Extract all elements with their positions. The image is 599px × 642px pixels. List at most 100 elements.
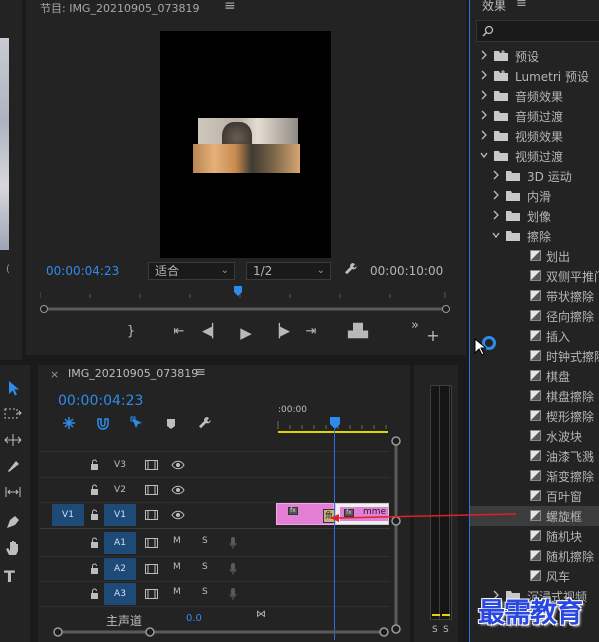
sync-lock-icon[interactable] [145, 510, 158, 520]
step-back-icon[interactable]: ◀▏ [202, 324, 222, 339]
effects-item[interactable]: 双侧平推门 [470, 266, 599, 286]
work-area-bar[interactable] [278, 431, 388, 433]
effects-item[interactable]: 百叶窗 [470, 486, 599, 506]
track-name-v2[interactable]: V2 [104, 479, 136, 501]
lock-icon[interactable] [90, 588, 99, 599]
microphone-icon[interactable] [229, 587, 237, 601]
program-menu-icon[interactable]: ≡ [224, 0, 236, 14]
mute-button[interactable]: M [173, 562, 181, 572]
solo-button[interactable]: S [202, 587, 208, 597]
solo-button[interactable]: S [202, 536, 208, 546]
resolution-select[interactable]: 1/2 ⌄ [246, 262, 331, 280]
effects-folder[interactable]: 内滑 [470, 186, 599, 206]
sync-lock-icon[interactable] [145, 460, 158, 470]
effects-folder[interactable]: Lumetri 预设 [470, 66, 599, 86]
eye-icon[interactable] [171, 485, 185, 495]
lock-icon[interactable] [90, 459, 99, 470]
go-to-in-icon[interactable]: ⇤ [170, 324, 188, 339]
go-to-out-icon[interactable]: ⇥ [302, 324, 320, 339]
timeline-horizontal-scrollbar[interactable] [52, 627, 390, 637]
export-frame-icon[interactable]: ▟▙ [348, 324, 368, 339]
hand-tool-icon[interactable] [4, 539, 24, 559]
lock-icon[interactable] [90, 563, 99, 574]
mark-out-icon[interactable]: } [122, 324, 140, 339]
effects-folder[interactable]: 音频过渡 [470, 106, 599, 126]
add-button-icon[interactable]: + [424, 326, 442, 345]
mute-button[interactable]: M [173, 536, 181, 546]
pen-tool-icon[interactable] [4, 513, 24, 533]
effects-item[interactable]: 棋盘 [470, 366, 599, 386]
sync-lock-icon[interactable] [145, 485, 158, 495]
effects-folder[interactable]: 音频效果 [470, 86, 599, 106]
solo-button[interactable]: S [202, 562, 208, 572]
effects-item[interactable]: 划出 [470, 246, 599, 266]
effects-item[interactable]: 风车 [470, 566, 599, 586]
sync-lock-icon[interactable] [145, 589, 158, 599]
playhead-handle[interactable] [330, 417, 340, 429]
wrench-icon[interactable] [344, 262, 358, 276]
effects-panel-title[interactable]: 效果 [482, 0, 506, 14]
close-icon[interactable]: × [50, 368, 59, 381]
timeline-menu-icon[interactable]: ≡ [195, 365, 206, 380]
nest-icon[interactable] [62, 416, 76, 430]
go-to-edit-icon[interactable]: ⋈ [256, 609, 266, 620]
selection-tool-icon[interactable] [4, 379, 24, 399]
slip-tool-icon[interactable] [4, 483, 24, 503]
effects-item[interactable]: 水波块 [470, 426, 599, 446]
current-timecode[interactable]: 00:00:04:23 [46, 264, 119, 278]
program-time-ruler[interactable] [40, 286, 446, 300]
track-name-a2[interactable]: A2 [104, 558, 136, 580]
ripple-edit-tool-icon[interactable] [4, 431, 24, 451]
snap-icon[interactable] [96, 416, 110, 430]
effects-item[interactable]: 带状擦除 [470, 286, 599, 306]
track-name-a1[interactable]: A1 [104, 532, 136, 554]
type-tool-icon[interactable]: T [4, 567, 24, 587]
meter-solo-right[interactable]: S [443, 625, 449, 635]
track-name-a3[interactable]: A3 [104, 583, 136, 605]
meter-solo-left[interactable]: S [432, 625, 438, 635]
razor-tool-icon[interactable] [4, 457, 24, 477]
lock-icon[interactable] [90, 484, 99, 495]
track-name-v1[interactable]: V1 [104, 504, 136, 526]
eye-icon[interactable] [171, 510, 185, 520]
effects-item[interactable]: 随机块 [470, 526, 599, 546]
step-forward-icon[interactable]: ▕▶ [270, 324, 290, 339]
effects-menu-icon[interactable]: ≡ [516, 0, 527, 11]
timeline-vertical-scrollbar[interactable] [390, 435, 402, 635]
sync-lock-icon[interactable] [145, 538, 158, 548]
sync-lock-icon[interactable] [145, 564, 158, 574]
more-controls-icon[interactable]: » [406, 318, 424, 333]
eye-icon[interactable] [171, 460, 185, 470]
timeline-timecode[interactable]: 00:00:04:23 [58, 393, 143, 409]
effects-folder[interactable]: 3D 运动 [470, 166, 599, 186]
fit-select[interactable]: 适合 ⌄ [148, 262, 235, 280]
effects-folder[interactable]: 预设 [470, 46, 599, 66]
play-icon[interactable]: ▶ [237, 324, 255, 342]
playhead-line [334, 429, 335, 640]
effects-item[interactable]: 楔形擦除 [470, 406, 599, 426]
microphone-icon[interactable] [229, 562, 237, 576]
effects-item[interactable]: 随机擦除 [470, 546, 599, 566]
timeline-tab-title[interactable]: IMG_20210905_073819 [68, 367, 198, 380]
master-volume-value[interactable]: 0.0 [186, 613, 202, 624]
effects-folder[interactable]: 视频过渡 [470, 146, 599, 166]
effects-item[interactable]: 油漆飞溅 [470, 446, 599, 466]
lock-icon[interactable] [90, 509, 99, 520]
lock-icon[interactable] [90, 537, 99, 548]
timeline-wrench-icon[interactable] [198, 416, 212, 430]
track-name-v3[interactable]: V3 [104, 454, 136, 476]
program-zoom-scrollbar[interactable] [40, 305, 450, 313]
microphone-icon[interactable] [229, 536, 237, 550]
add-marker-icon[interactable] [166, 418, 176, 430]
effects-folder[interactable]: 视频效果 [470, 126, 599, 146]
mute-button[interactable]: M [173, 587, 181, 597]
effects-folder[interactable]: 划像 [470, 206, 599, 226]
effects-item[interactable]: 径向擦除 [470, 306, 599, 326]
effects-item[interactable]: 渐变擦除 [470, 466, 599, 486]
effects-search-input[interactable] [476, 20, 599, 42]
effects-folder[interactable]: 擦除 [470, 226, 599, 246]
source-patch-v1[interactable]: V1 [52, 504, 84, 526]
linked-selection-icon[interactable] [130, 416, 144, 430]
track-select-tool-icon[interactable] [4, 405, 24, 425]
effects-item[interactable]: 棋盘擦除 [470, 386, 599, 406]
